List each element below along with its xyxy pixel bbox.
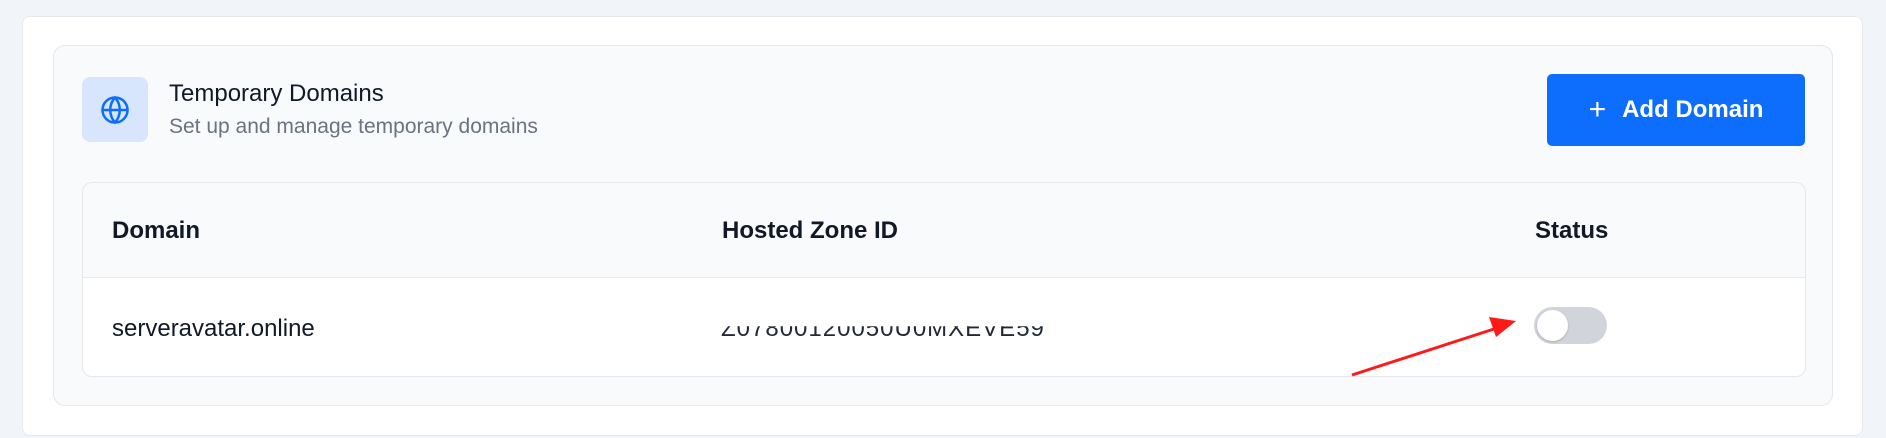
add-domain-button[interactable]: + Add Domain	[1547, 74, 1805, 146]
toggle-knob	[1537, 310, 1568, 341]
add-domain-label: Add Domain	[1622, 96, 1764, 123]
section-subtitle: Set up and manage temporary domains	[169, 115, 538, 138]
plus-icon: +	[1588, 93, 1607, 126]
column-header-status: Status	[1535, 217, 1609, 244]
status-toggle[interactable]	[1534, 307, 1607, 344]
globe-icon	[101, 95, 129, 124]
hosted-zone-id-cell: Z07800120050U0MXEVE59	[721, 315, 1045, 342]
column-header-domain: Domain	[112, 217, 201, 244]
section-title: Temporary Domains	[169, 80, 384, 107]
column-header-hosted-zone-id: Hosted Zone ID	[722, 217, 899, 244]
domain-cell: serveravatar.online	[112, 315, 315, 342]
domains-table: Domain Hosted Zone ID Status serveravata…	[82, 182, 1806, 377]
globe-icon-box	[82, 77, 148, 142]
